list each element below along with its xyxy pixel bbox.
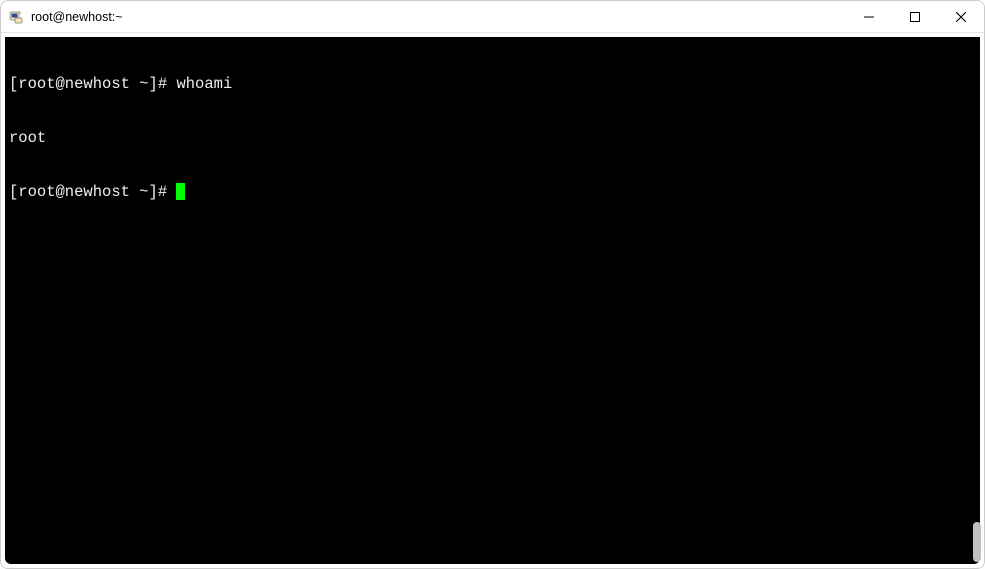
maximize-button[interactable] (892, 1, 938, 32)
terminal-line: [root@newhost ~]# (9, 183, 976, 201)
terminal[interactable]: [root@newhost ~]# whoami root [root@newh… (5, 37, 980, 564)
terminal-container: [root@newhost ~]# whoami root [root@newh… (1, 33, 984, 568)
shell-command: whoami (176, 75, 232, 93)
cursor-block (176, 183, 185, 200)
shell-prompt: [root@newhost ~]# (9, 183, 176, 201)
titlebar[interactable]: root@newhost:~ (1, 1, 984, 33)
application-window: root@newhost:~ [root@newhost ~]# whoami … (0, 0, 985, 569)
terminal-line: [root@newhost ~]# whoami (9, 75, 976, 93)
shell-prompt: [root@newhost ~]# (9, 75, 176, 93)
window-controls (846, 1, 984, 32)
shell-output: root (9, 129, 46, 147)
window-title: root@newhost:~ (31, 10, 123, 24)
scrollbar[interactable] (973, 39, 981, 562)
terminal-line: root (9, 129, 976, 147)
close-button[interactable] (938, 1, 984, 32)
putty-icon (9, 9, 25, 25)
scrollbar-thumb[interactable] (973, 522, 981, 562)
minimize-button[interactable] (846, 1, 892, 32)
